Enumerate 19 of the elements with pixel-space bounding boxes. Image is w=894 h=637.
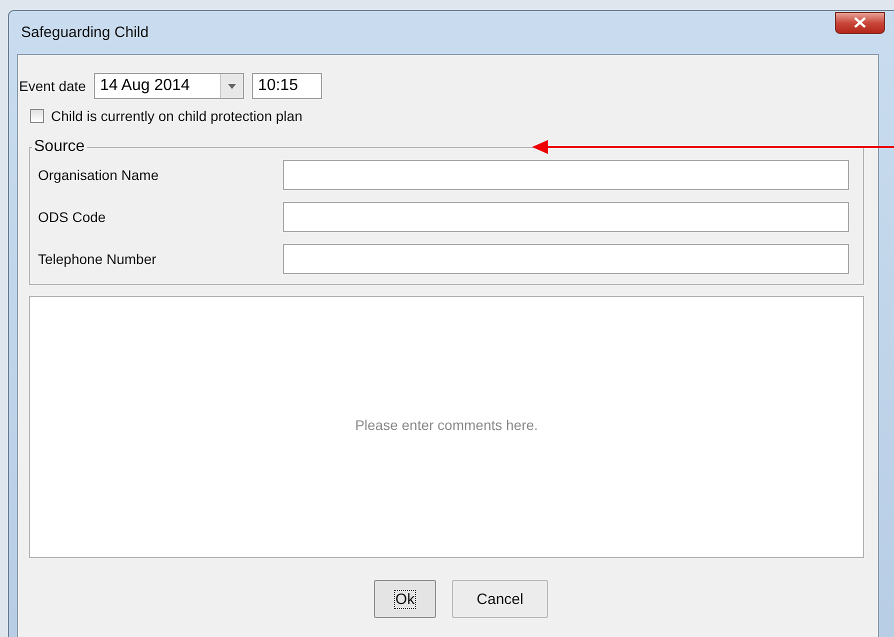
close-icon: [854, 17, 866, 28]
text-field[interactable]: [283, 202, 849, 232]
checkbox-label: Child is currently on child protection plan: [51, 108, 302, 124]
checkbox[interactable]: [30, 109, 44, 123]
text-field[interactable]: [283, 160, 849, 190]
caret-icon: [228, 84, 236, 88]
field-label: Telephone Number: [38, 251, 156, 267]
text-field[interactable]: [283, 244, 849, 274]
cancel-button[interactable]: Cancel: [452, 580, 548, 618]
group-title: Source: [33, 138, 86, 156]
window-title: Safeguarding Child: [21, 24, 149, 41]
ok-button[interactable]: Ok: [374, 580, 436, 618]
close-button[interactable]: [835, 12, 885, 34]
field-label: Organisation Name: [38, 167, 159, 183]
field-label: ODS Code: [38, 209, 106, 225]
event-date-label: Event date: [19, 78, 86, 94]
time-field[interactable]: 10:15: [252, 73, 322, 99]
comments-field[interactable]: Please enter comments here.: [29, 296, 864, 558]
date-dropdown[interactable]: 14 Aug 2014: [94, 73, 244, 99]
